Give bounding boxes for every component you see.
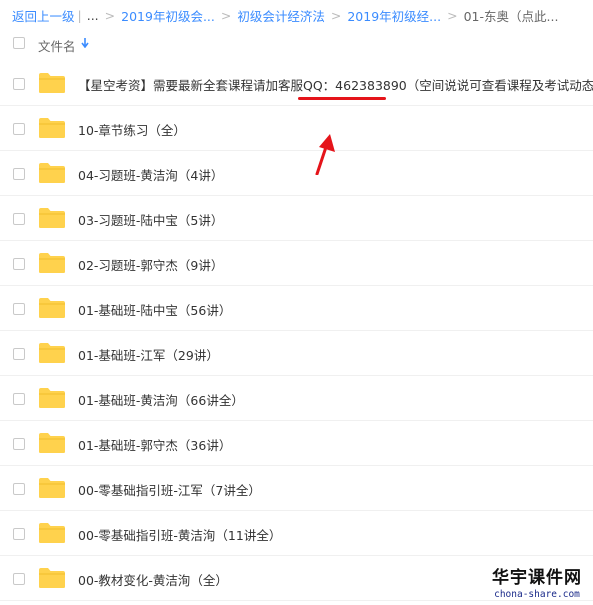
file-list-header: 文件名 [0,32,593,57]
folder-icon [39,208,65,228]
chevron-right-icon: > [447,7,458,23]
arrow-down-icon[interactable] [81,38,89,48]
file-name-link[interactable]: 【星空考资】需要最新全套课程请加客服QQ：462383890（空间说说可查看课程… [78,75,593,94]
folder-icon [39,433,65,453]
row-checkbox[interactable] [13,348,25,360]
file-row[interactable]: 【星空考资】需要最新全套课程请加客服QQ：462383890（空间说说可查看课程… [0,62,593,106]
file-name-link[interactable]: 01-基础班-郭守杰（36讲） [78,435,231,454]
row-checkbox[interactable] [13,393,25,405]
chevron-right-icon: > [330,7,342,23]
select-all-checkbox[interactable] [13,37,25,49]
file-row[interactable]: 01-基础班-黄洁洵（66讲全） [0,377,593,421]
file-row[interactable]: 01-基础班-江军（29讲） [0,332,593,376]
folder-icon [39,478,65,498]
folder-icon [39,298,65,318]
file-name-link[interactable]: 10-章节练习（全） [78,120,186,139]
file-name-link[interactable]: 00-零基础指引班-黄洁洵（11讲全） [78,525,281,544]
back-link[interactable]: 返回上一级 [12,6,75,25]
annotation-underline [298,97,386,100]
file-row[interactable]: 00-零基础指引班-江军（7讲全） [0,467,593,511]
file-row[interactable]: 01-基础班-陆中宝（56讲） [0,287,593,331]
row-checkbox[interactable] [13,213,25,225]
file-name-link[interactable]: 03-习题班-陆中宝（5讲） [78,210,223,229]
file-row[interactable]: 10-章节练习（全） [0,107,593,151]
file-name-link[interactable]: 01-基础班-江军（29讲） [78,345,219,364]
row-checkbox[interactable] [13,528,25,540]
file-row[interactable]: 03-习题班-陆中宝（5讲） [0,197,593,241]
file-row[interactable]: 01-基础班-郭守杰（36讲） [0,422,593,466]
chevron-right-icon: > [220,7,232,23]
column-header-filename[interactable]: 文件名 [38,36,76,55]
row-checkbox[interactable] [13,438,25,450]
folder-icon [39,163,65,183]
row-checkbox[interactable] [13,573,25,585]
breadcrumb-item[interactable]: 初级会计经济法 [237,6,325,25]
breadcrumb-item[interactable]: 2019年初级会... [121,6,215,25]
file-name-link[interactable]: 04-习题班-黄洁洵（4讲） [78,165,223,184]
row-checkbox[interactable] [13,483,25,495]
watermark-url: chona-share.com [494,589,580,600]
file-name-link[interactable]: 00-零基础指引班-江军（7讲全） [78,480,261,499]
breadcrumb-ellipsis[interactable]: ... [87,8,99,23]
file-row[interactable]: 02-习题班-郭守杰（9讲） [0,242,593,286]
file-name-link[interactable]: 01-基础班-陆中宝（56讲） [78,300,231,319]
file-row[interactable]: 04-习题班-黄洁洵（4讲） [0,152,593,196]
breadcrumb-current: 01-东奥（点此... [463,8,559,24]
folder-icon [39,523,65,543]
row-checkbox[interactable] [13,303,25,315]
file-name-link[interactable]: 00-教材变化-黄洁洵（全） [78,570,228,589]
row-checkbox[interactable] [13,168,25,180]
breadcrumb: 返回上一级 | ... > 2019年初级会... > 初级会计经济法 > 20… [12,5,558,25]
annotation-arrow-icon [315,134,335,175]
file-name-link[interactable]: 02-习题班-郭守杰（9讲） [78,255,223,274]
folder-icon [39,73,65,93]
watermark-title: 华宇课件网 [492,568,582,588]
row-checkbox[interactable] [13,78,25,90]
row-checkbox[interactable] [13,258,25,270]
file-name-link[interactable]: 01-基础班-黄洁洵（66讲全） [78,390,244,409]
file-row[interactable]: 00-零基础指引班-黄洁洵（11讲全） [0,512,593,556]
watermark-logo: 华宇课件网 chona-share.com [482,568,592,604]
chevron-right-icon: > [104,7,116,23]
folder-icon [39,118,65,138]
folder-icon [39,388,65,408]
breadcrumb-item[interactable]: 2019年初级经... [347,6,441,25]
folder-icon [39,253,65,273]
row-checkbox[interactable] [13,123,25,135]
folder-icon [39,343,65,363]
breadcrumb-divider: | [77,7,82,23]
folder-icon [39,568,65,588]
